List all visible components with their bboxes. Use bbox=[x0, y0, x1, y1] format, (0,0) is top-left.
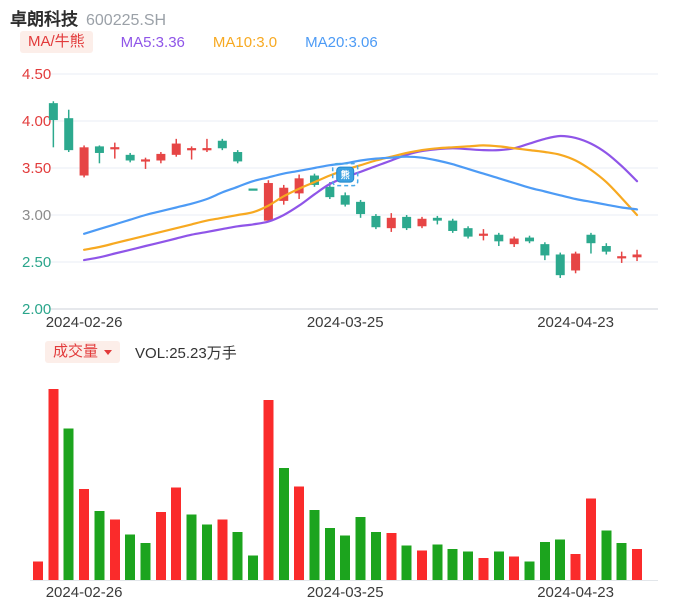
volume-bar[interactable] bbox=[417, 550, 427, 580]
volume-bar[interactable] bbox=[555, 539, 566, 580]
candle[interactable] bbox=[463, 228, 473, 237]
y-axis-tick: 4.50 bbox=[22, 66, 51, 83]
volume-bar[interactable] bbox=[278, 467, 289, 580]
x-axis-tick: 2024-03-25 bbox=[307, 314, 384, 331]
volume-bar[interactable] bbox=[447, 549, 458, 580]
candle[interactable] bbox=[632, 254, 642, 258]
volume-bar[interactable] bbox=[140, 543, 151, 580]
candle[interactable] bbox=[601, 246, 611, 252]
volume-bar[interactable] bbox=[294, 486, 305, 580]
volume-bar[interactable] bbox=[309, 509, 320, 580]
volume-bar[interactable] bbox=[33, 561, 43, 580]
candle[interactable] bbox=[187, 148, 197, 151]
candle[interactable] bbox=[509, 238, 519, 245]
candle[interactable] bbox=[525, 237, 535, 242]
x-axis-tick: 2024-02-26 bbox=[46, 584, 123, 601]
candle[interactable] bbox=[48, 103, 58, 121]
volume-bar[interactable] bbox=[432, 544, 443, 580]
volume-bar[interactable] bbox=[201, 524, 212, 580]
candle[interactable] bbox=[340, 195, 350, 205]
volume-bar[interactable] bbox=[509, 556, 520, 580]
candle[interactable] bbox=[64, 118, 74, 151]
candle[interactable] bbox=[571, 253, 581, 271]
candle[interactable] bbox=[494, 234, 504, 242]
candle[interactable] bbox=[325, 186, 335, 198]
candle[interactable] bbox=[233, 152, 243, 162]
volume-bar[interactable] bbox=[524, 561, 535, 580]
volume-bar[interactable] bbox=[570, 554, 581, 580]
volume-bar[interactable] bbox=[632, 548, 643, 580]
candle[interactable] bbox=[156, 153, 166, 161]
volume-header: 成交量 VOL:25.23万手 bbox=[45, 341, 237, 363]
price-chart[interactable]: 4.504.003.503.002.502.00熊2024-02-26 2024-… bbox=[0, 0, 686, 340]
volume-chart[interactable]: 2024-02-26 2024-03-25 2024-04-23 bbox=[0, 370, 686, 606]
candle[interactable] bbox=[171, 143, 181, 155]
volume-bar[interactable] bbox=[63, 428, 74, 580]
volume-indicator-selector[interactable]: 成交量 bbox=[45, 341, 121, 363]
volume-bar[interactable] bbox=[79, 488, 90, 580]
candle[interactable] bbox=[248, 188, 258, 191]
y-axis-tick: 4.00 bbox=[22, 113, 51, 130]
volume-bar[interactable] bbox=[248, 555, 259, 580]
volume-bar[interactable] bbox=[493, 551, 504, 580]
candle[interactable] bbox=[586, 234, 596, 244]
candle[interactable] bbox=[555, 254, 565, 276]
candle[interactable] bbox=[371, 215, 381, 228]
candles bbox=[48, 101, 642, 278]
x-axis-tick: 2024-04-23 bbox=[537, 314, 614, 331]
volume-bar[interactable] bbox=[94, 510, 105, 580]
volume-bar[interactable] bbox=[340, 535, 351, 580]
candle[interactable] bbox=[110, 147, 120, 150]
candle[interactable] bbox=[79, 147, 89, 176]
volume-bar[interactable] bbox=[125, 534, 136, 580]
x-axis-tick: 2024-04-23 bbox=[537, 584, 614, 601]
volume-bar[interactable] bbox=[585, 498, 596, 580]
candle[interactable] bbox=[448, 220, 458, 231]
volume-bar[interactable] bbox=[478, 557, 489, 580]
candle[interactable] bbox=[356, 201, 366, 215]
candle[interactable] bbox=[141, 159, 151, 162]
x-axis-tick: 2024-02-26 bbox=[46, 314, 123, 331]
volume-bar[interactable] bbox=[324, 528, 335, 580]
volume-bar[interactable] bbox=[217, 519, 228, 580]
candle[interactable] bbox=[478, 233, 488, 236]
volume-bar[interactable] bbox=[370, 531, 381, 580]
volume-bars bbox=[33, 388, 643, 580]
volume-bar[interactable] bbox=[232, 531, 243, 580]
volume-value: VOL:25.23万手 bbox=[135, 344, 237, 362]
candle[interactable] bbox=[202, 148, 212, 151]
marker-glyph: 熊 bbox=[341, 169, 350, 180]
volume-selector-label: 成交量 bbox=[53, 343, 99, 360]
volume-bar[interactable] bbox=[155, 512, 166, 580]
candle[interactable] bbox=[217, 140, 227, 149]
candle[interactable] bbox=[402, 216, 412, 229]
candle[interactable] bbox=[417, 218, 427, 227]
volume-bar[interactable] bbox=[601, 530, 612, 580]
volume-bar[interactable] bbox=[171, 487, 182, 580]
volume-bar[interactable] bbox=[186, 514, 197, 580]
volume-bar[interactable] bbox=[109, 519, 120, 580]
volume-bar[interactable] bbox=[616, 543, 627, 580]
candle[interactable] bbox=[125, 154, 135, 161]
x-axis-tick: 2024-03-25 bbox=[307, 584, 384, 601]
volume-bar[interactable] bbox=[539, 541, 550, 580]
volume-bar[interactable] bbox=[463, 551, 474, 580]
dropdown-arrow-icon bbox=[104, 349, 113, 355]
volume-bar[interactable] bbox=[355, 517, 366, 580]
volume-bar[interactable] bbox=[48, 388, 59, 580]
y-axis-tick: 3.00 bbox=[22, 207, 51, 224]
candle[interactable] bbox=[386, 217, 396, 229]
candle[interactable] bbox=[94, 146, 104, 153]
candle[interactable] bbox=[432, 217, 442, 221]
candle[interactable] bbox=[263, 183, 273, 221]
volume-bar[interactable] bbox=[386, 533, 397, 580]
stock-chart-panel: 卓朗科技 600225.SH MA/牛熊 MA5:3.36 MA10:3.0 M… bbox=[0, 0, 686, 606]
volume-bar[interactable] bbox=[401, 545, 412, 580]
y-axis-tick: 2.50 bbox=[22, 254, 51, 271]
y-axis-tick: 3.50 bbox=[22, 160, 51, 177]
ma5-line bbox=[83, 134, 639, 262]
candle[interactable] bbox=[540, 244, 550, 256]
volume-bar[interactable] bbox=[263, 400, 274, 580]
candle[interactable] bbox=[617, 256, 627, 259]
